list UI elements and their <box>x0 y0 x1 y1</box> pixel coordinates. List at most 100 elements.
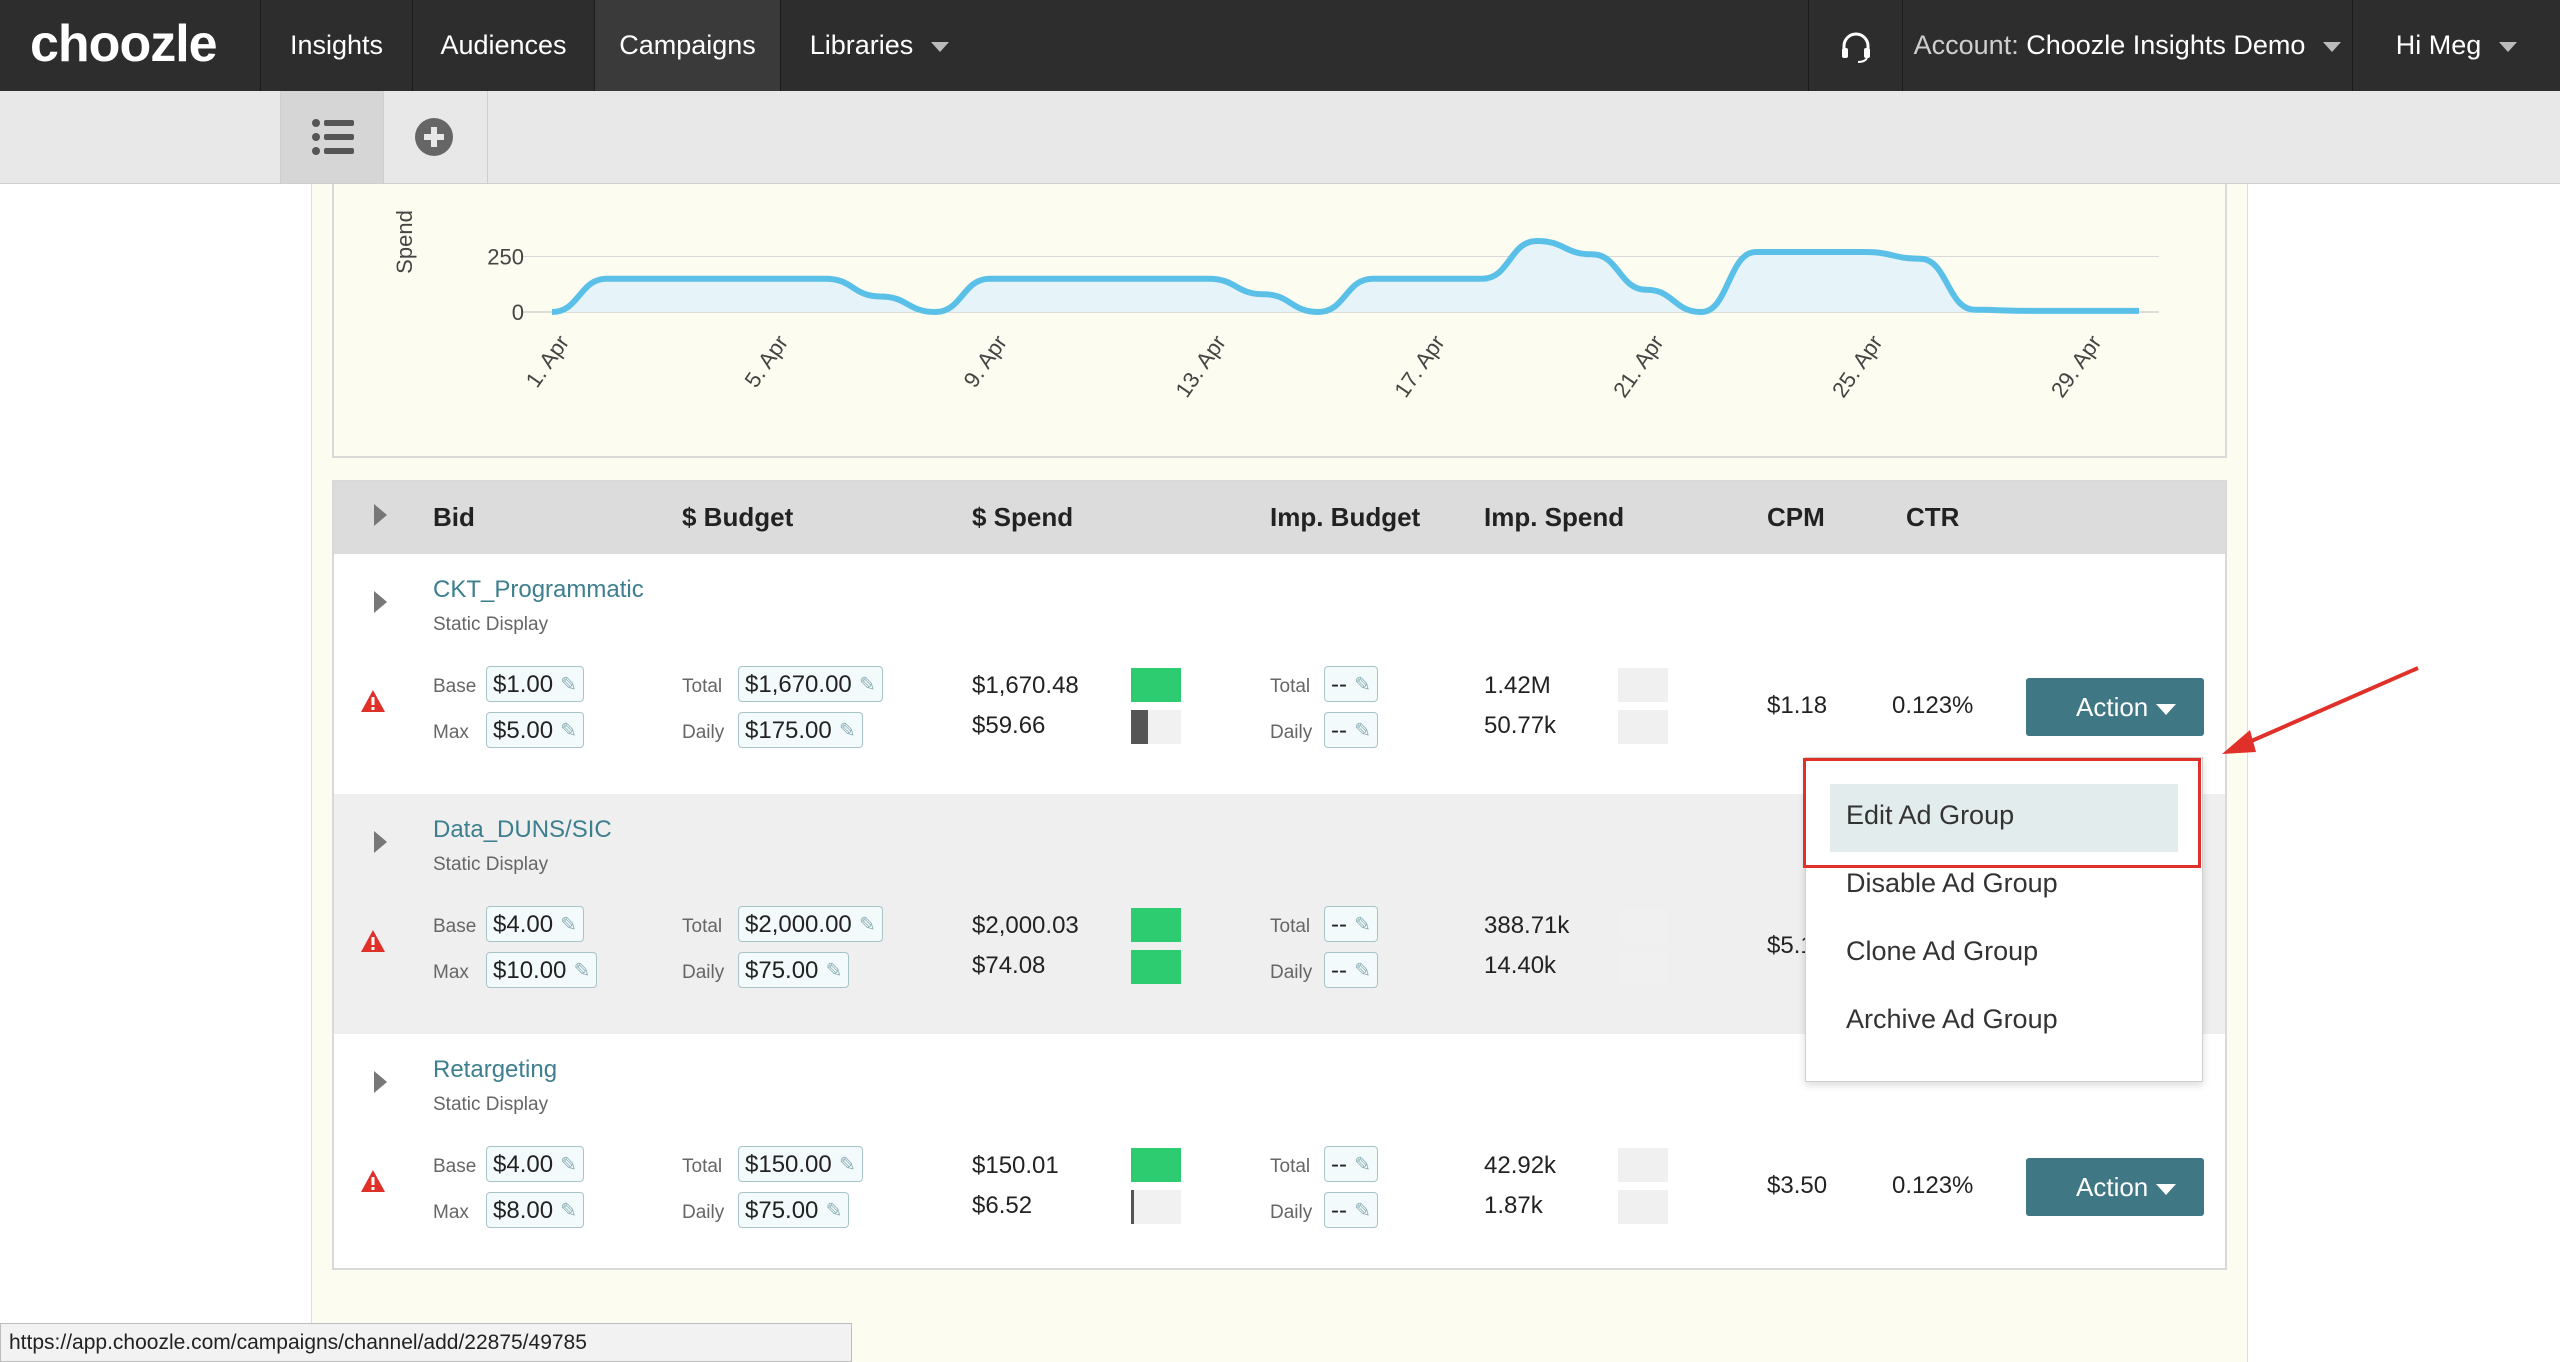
budget-total-field[interactable]: $2,000.00 ✎ <box>738 906 883 942</box>
base-bid-field[interactable]: $4.00 ✎ <box>486 1146 585 1182</box>
imp-budget-total-field[interactable]: -- ✎ <box>1324 666 1378 702</box>
imp-budget-total-value: -- <box>1331 671 1347 698</box>
imp-spend-total: 42.92k <box>1484 1152 1557 1179</box>
pencil-icon: ✎ <box>1354 674 1371 696</box>
spend-total: $150.01 <box>972 1152 1059 1179</box>
ad-group-name-link[interactable]: Data_DUNS/SIC <box>433 816 612 844</box>
daily-label: Daily <box>682 962 725 983</box>
base-label: Base <box>433 1156 477 1177</box>
spend-total-progress <box>1131 668 1181 702</box>
caret-down-icon <box>2156 1184 2176 1195</box>
imp-budget-total-value: -- <box>1331 911 1347 938</box>
daily-label: Daily <box>1270 1202 1313 1223</box>
imp-budget-daily-field[interactable]: -- ✎ <box>1324 712 1378 748</box>
max-bid-field[interactable]: $8.00 ✎ <box>486 1192 585 1228</box>
top-nav: choozle Insights Audiences Campaigns Lib… <box>0 0 2560 91</box>
imp-spend-daily-progress <box>1618 710 1668 744</box>
menu-item-clone-ad-group[interactable]: Clone Ad Group <box>1846 936 2038 967</box>
header-imp-spend: Imp. Spend <box>1484 502 1625 532</box>
annotation-arrow-icon <box>2222 666 2419 754</box>
max-bid-field[interactable]: $10.00 ✎ <box>486 952 598 988</box>
support-button[interactable] <box>1808 0 1902 91</box>
total-label: Total <box>682 1156 723 1177</box>
x-tick-label: 29. Apr <box>2046 331 2106 402</box>
header-spend: $ Spend <box>972 502 1074 532</box>
total-label: Total <box>1270 916 1311 937</box>
pencil-icon: ✎ <box>1354 1200 1371 1222</box>
account-switcher[interactable]: Account: Choozle Insights Demo <box>1902 0 2352 91</box>
nav-campaigns-label: Campaigns <box>619 30 756 60</box>
imp-spend-total-progress <box>1618 668 1668 702</box>
ad-group-name-link[interactable]: CKT_Programmatic <box>433 576 644 604</box>
y-tick-label: 0 <box>512 300 524 325</box>
pencil-icon: ✎ <box>560 914 578 936</box>
ctr-value: 0.123% <box>1892 692 1974 719</box>
y-axis-label: Spend <box>392 210 417 274</box>
base-bid-field[interactable]: $4.00 ✎ <box>486 906 585 942</box>
imp-spend-daily: 50.77k <box>1484 712 1557 739</box>
imp-budget-daily-value: -- <box>1331 957 1347 984</box>
pencil-icon: ✎ <box>859 914 876 936</box>
imp-spend-total-progress <box>1618 1148 1668 1182</box>
max-label: Max <box>433 1202 469 1223</box>
budget-daily-field[interactable]: $175.00 ✎ <box>738 712 863 748</box>
x-tick-label: 13. Apr <box>1170 331 1230 402</box>
expand-row-icon[interactable] <box>374 1071 387 1093</box>
imp-spend-daily-progress <box>1618 950 1668 984</box>
spend-total-progress <box>1131 1148 1181 1182</box>
ad-group-name-link[interactable]: Retargeting <box>433 1056 557 1084</box>
budget-total-field[interactable]: $1,670.00 ✎ <box>738 666 883 702</box>
nav-campaigns[interactable]: Campaigns <box>594 0 780 91</box>
pencil-icon: ✎ <box>573 960 591 982</box>
spend-total: $2,000.03 <box>972 912 1079 939</box>
daily-label: Daily <box>1270 962 1313 983</box>
pencil-icon: ✎ <box>1354 1154 1371 1176</box>
expand-all-icon[interactable] <box>374 504 387 526</box>
max-bid-field[interactable]: $5.00 ✎ <box>486 712 585 748</box>
warning-icon <box>361 930 385 952</box>
imp-spend-total: 1.42M <box>1484 672 1551 699</box>
action-button[interactable]: Action <box>2026 678 2204 736</box>
budget-daily-field[interactable]: $75.00 ✎ <box>738 952 850 988</box>
add-button[interactable] <box>384 91 488 183</box>
headset-icon <box>1841 32 1870 63</box>
imp-budget-total-field[interactable]: -- ✎ <box>1324 1146 1378 1182</box>
spend-daily-progress <box>1131 950 1181 984</box>
budget-daily-value: $75.00 <box>745 1197 819 1224</box>
spend-daily: $74.08 <box>972 952 1046 979</box>
left-gutter <box>0 184 311 1362</box>
imp-budget-total-field[interactable]: -- ✎ <box>1324 906 1378 942</box>
expand-row-icon[interactable] <box>374 591 387 613</box>
budget-total-field[interactable]: $150.00 ✎ <box>738 1146 863 1182</box>
nav-audiences[interactable]: Audiences <box>412 0 594 91</box>
base-bid-field[interactable]: $1.00 ✎ <box>486 666 585 702</box>
y-tick-label: 250 <box>487 245 524 270</box>
menu-item-archive-ad-group[interactable]: Archive Ad Group <box>1846 1004 2058 1035</box>
ctr-value: 0.123% <box>1892 1172 1974 1199</box>
total-label: Total <box>682 916 723 937</box>
menu-notch <box>2160 745 2184 757</box>
nav-libraries[interactable]: Libraries <box>780 0 978 91</box>
budget-daily-value: $175.00 <box>745 717 832 744</box>
expand-row-icon[interactable] <box>374 831 387 853</box>
pencil-icon: ✎ <box>560 1200 578 1222</box>
imp-budget-total-value: -- <box>1331 1151 1347 1178</box>
imp-budget-daily-field[interactable]: -- ✎ <box>1324 1192 1378 1228</box>
max-bid-value: $8.00 <box>493 1197 554 1224</box>
budget-daily-field[interactable]: $75.00 ✎ <box>738 1192 850 1228</box>
base-bid-value: $4.00 <box>493 911 554 938</box>
pencil-icon: ✎ <box>859 674 876 696</box>
x-tick-label: 1. Apr <box>521 331 574 392</box>
menu-item-disable-ad-group[interactable]: Disable Ad Group <box>1846 868 2058 899</box>
max-label: Max <box>433 722 469 743</box>
user-menu[interactable]: Hi Meg <box>2352 0 2560 91</box>
imp-budget-daily-value: -- <box>1331 717 1347 744</box>
pencil-icon: ✎ <box>839 1154 856 1176</box>
list-view-button[interactable] <box>280 91 384 183</box>
total-label: Total <box>1270 676 1311 697</box>
imp-budget-daily-field[interactable]: -- ✎ <box>1324 952 1378 988</box>
nav-insights[interactable]: Insights <box>260 0 412 91</box>
x-tick-label: 5. Apr <box>740 331 793 392</box>
action-button[interactable]: Action <box>2026 1158 2204 1216</box>
choozle-logo[interactable]: choozle <box>30 14 218 74</box>
